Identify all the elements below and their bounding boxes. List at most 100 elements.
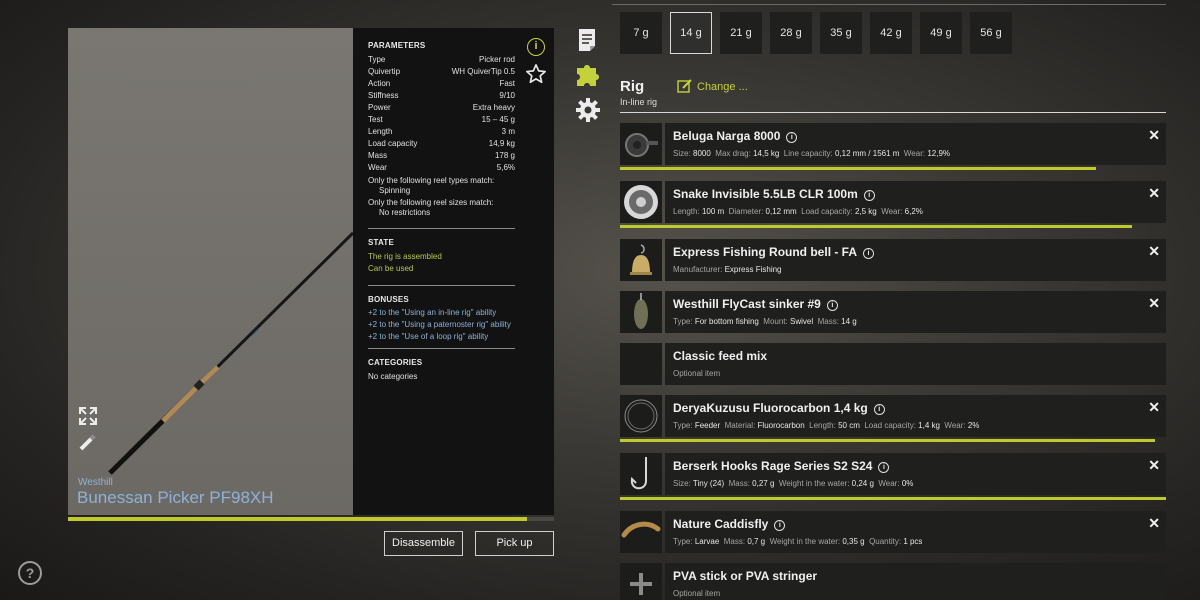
detail-value: 1 pcs [903, 537, 923, 546]
rig-item-details: Type: For bottom fishing Mount: Swivel M… [673, 317, 861, 326]
rig-item-title: PVA stick or PVA stringer [673, 569, 817, 583]
rig-item-body: Westhill FlyCast sinker #9 i Type: For bot… [665, 291, 1166, 333]
pickup-button[interactable]: Pick up [475, 531, 554, 556]
rig-item-title: Beluga Narga 8000 i [673, 129, 798, 143]
weight-option[interactable]: 7 g [620, 12, 662, 54]
rig-item-name: Snake Invisible 5.5LB CLR 100m [673, 187, 858, 201]
weight-option[interactable]: 21 g [720, 12, 762, 54]
parameter-value: 15 – 45 g [481, 115, 515, 124]
parameter-row: Type Picker rod [368, 54, 515, 66]
remove-item-close-icon[interactable]: ✕ [1148, 295, 1160, 312]
change-rig-link[interactable]: Change ... [697, 81, 748, 93]
remove-item-close-icon[interactable]: ✕ [1148, 457, 1160, 474]
puzzle-icon[interactable] [575, 62, 601, 88]
divider [368, 348, 515, 349]
rig-item-name: Nature Caddisfly [673, 517, 769, 531]
rig-item-title: Snake Invisible 5.5LB CLR 100m i [673, 187, 875, 201]
rig-item[interactable]: PVA stick or PVA stringer Optional item [620, 563, 1166, 600]
weight-selector: 7 g 14 g 21 g 28 g 35 g 42 g 49 g 56 g [620, 12, 1012, 54]
detail-label: Material: [724, 421, 756, 430]
gear-icon[interactable] [575, 97, 601, 123]
expand-icon[interactable] [78, 406, 98, 426]
parameter-label: Action [368, 79, 391, 88]
item-info-icon[interactable]: i [774, 520, 786, 531]
detail-value: For bottom fishing [694, 317, 759, 326]
edit-pen-icon[interactable] [78, 432, 98, 452]
item-wear-bar [620, 497, 1166, 500]
rig-item[interactable]: Classic feed mix Optional item [620, 343, 1166, 385]
detail-label: Size: [673, 149, 691, 158]
item-wear-bar [620, 225, 1166, 228]
item-wear-fill [620, 225, 1133, 228]
rod-card: PARAMETERS Type Picker rod Quivertip WH Qui… [68, 28, 554, 515]
item-info-icon[interactable]: i [786, 132, 798, 143]
rig-item[interactable]: Express Fishing Round bell - FA i Manufact… [620, 239, 1166, 281]
remove-item-close-icon[interactable]: ✕ [1148, 243, 1160, 260]
bonus-loop: +2 to the "Use of a loop rig" ability [368, 332, 489, 341]
info-icon[interactable]: i [527, 38, 545, 56]
rod-name: Bunessan Picker PF98XH [77, 488, 274, 507]
parameter-label: Test [368, 115, 383, 124]
favorite-star-icon[interactable] [525, 63, 547, 85]
item-wear-fill [620, 439, 1156, 442]
rig-item-details: Length: 100 m Diameter: 0,12 mm Load cap… [673, 207, 927, 216]
categories-title: CATEGORIES [368, 358, 423, 367]
rig-item-body: Express Fishing Round bell - FA i Manufact… [665, 239, 1166, 281]
rig-item-name: Westhill FlyCast sinker #9 [673, 297, 821, 311]
item-info-icon[interactable]: i [873, 404, 885, 415]
remove-item-close-icon[interactable]: ✕ [1148, 515, 1160, 532]
remove-item-close-icon[interactable]: ✕ [1148, 185, 1160, 202]
state-assembled: The rig is assembled [368, 252, 442, 261]
add-plus-icon [630, 573, 652, 595]
item-info-icon[interactable]: i [863, 190, 875, 201]
remove-item-close-icon[interactable]: ✕ [1148, 127, 1160, 144]
parameter-row: Wear 5,6% [368, 162, 515, 174]
reel-sizes-label: Only the following reel sizes match: [368, 198, 494, 207]
weight-option[interactable]: 35 g [820, 12, 862, 54]
rig-item[interactable]: Westhill FlyCast sinker #9 i Type: For bot… [620, 291, 1166, 333]
detail-value: 6,2% [904, 207, 923, 216]
weight-option[interactable]: 56 g [970, 12, 1012, 54]
divider [368, 285, 515, 286]
item-info-icon[interactable]: i [826, 300, 838, 311]
item-info-icon[interactable]: i [878, 462, 890, 473]
state-title: STATE [368, 238, 395, 247]
document-icon[interactable] [577, 28, 597, 52]
parameter-row: Mass 178 g [368, 150, 515, 162]
rig-item[interactable]: Berserk Hooks Rage Series S2 S24 i Size: T… [620, 453, 1166, 500]
rig-item-thumbnail [620, 343, 662, 385]
weight-option[interactable]: 14 g [670, 12, 712, 54]
parameter-value: 3 m [501, 127, 515, 136]
rig-item[interactable]: Beluga Narga 8000 i Size: 8000 Max drag: 1… [620, 123, 1166, 170]
detail-value: 100 m [701, 207, 725, 216]
rig-item-title: Nature Caddisfly i [673, 517, 786, 531]
detail-label: Optional item [673, 589, 721, 598]
weight-option[interactable]: 49 g [920, 12, 962, 54]
detail-label: Length: [809, 421, 836, 430]
change-pencil-icon[interactable] [677, 78, 693, 94]
rig-item[interactable]: Nature Caddisfly i Type: Larvae Mass: 0,7 … [620, 511, 1166, 553]
parameter-label: Mass [368, 151, 388, 160]
detail-label: Mass: [728, 479, 750, 488]
rig-item-title: Express Fishing Round bell - FA i [673, 245, 875, 259]
rig-item-details: Type: Feeder Material: Fluorocarbon Leng… [673, 421, 984, 430]
rig-item-title: Berserk Hooks Rage Series S2 S24 i [673, 459, 890, 473]
rig-item-thumbnail [620, 395, 662, 437]
detail-label: Load capacity: [801, 207, 853, 216]
rig-item-details: Manufacturer: Express Fishing [673, 265, 786, 274]
bonus-inline: +2 to the "Using an in-line rig" ability [368, 308, 497, 317]
disassemble-button[interactable]: Disassemble [384, 531, 463, 556]
weight-option[interactable]: 28 g [770, 12, 812, 54]
remove-item-close-icon[interactable]: ✕ [1148, 399, 1160, 416]
detail-label: Wear: [944, 421, 966, 430]
detail-value: Fluorocarbon [757, 421, 805, 430]
detail-value: 2,5 kg [854, 207, 877, 216]
rig-item[interactable]: DeryaKuzusu Fluorocarbon 1,4 kg i Type: Fe… [620, 395, 1166, 442]
rig-item[interactable]: Snake Invisible 5.5LB CLR 100m i Length: 1… [620, 181, 1166, 228]
help-icon[interactable]: ? [18, 561, 42, 585]
rig-item-details: Size: Tiny (24) Mass: 0,27 g Weight in t… [673, 479, 918, 488]
parameter-value: 9/10 [499, 91, 515, 100]
bonuses-title: BONUSES [368, 295, 409, 304]
weight-option[interactable]: 42 g [870, 12, 912, 54]
item-info-icon[interactable]: i [863, 248, 875, 259]
